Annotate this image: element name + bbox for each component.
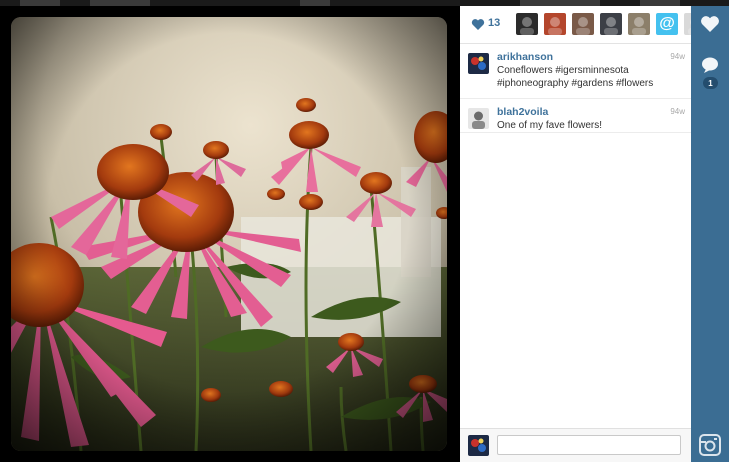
comment-username[interactable]: arikhanson (497, 51, 553, 63)
instagram-logo[interactable] (691, 434, 729, 456)
liker-avatar[interactable] (516, 13, 538, 35)
liker-avatar[interactable]: @ (656, 13, 678, 35)
comment-username[interactable]: blah2voila (497, 106, 548, 118)
detail-panel: 13 @ arikhanson 94w Coneflowers #igersmi… (460, 6, 729, 462)
comment-count-badge: 1 (703, 77, 718, 89)
comment-timestamp: 94w (670, 107, 685, 116)
liker-avatar[interactable] (628, 13, 650, 35)
likes-bar: 13 @ (460, 6, 729, 44)
avatar[interactable] (468, 53, 489, 74)
liker-avatar[interactable] (572, 13, 594, 35)
heart-icon[interactable] (471, 18, 485, 31)
comment-button[interactable] (691, 56, 729, 74)
photo[interactable] (11, 17, 447, 451)
avatar (468, 435, 489, 456)
liker-avatar[interactable] (544, 13, 566, 35)
action-rail: 1 (691, 6, 729, 462)
avatar[interactable] (468, 108, 489, 129)
instagram-camera-icon (699, 434, 721, 456)
comment-text: Coneflowers #igersminnesota #iphoneograp… (497, 65, 654, 89)
comment: blah2voila 94w One of my fave flowers! (460, 99, 691, 133)
like-button[interactable] (691, 15, 729, 33)
heart-icon (701, 16, 719, 32)
comment-text: One of my fave flowers! (497, 120, 603, 131)
comment-caption: arikhanson 94w Coneflowers #igersminneso… (460, 44, 691, 99)
comment-composer (460, 428, 691, 462)
comment-timestamp: 94w (670, 52, 685, 61)
comment-bubble-icon (702, 57, 718, 73)
liker-avatar[interactable] (600, 13, 622, 35)
comment-input[interactable] (497, 435, 681, 455)
photo-area (0, 6, 460, 462)
like-count[interactable]: 13 (488, 17, 500, 29)
